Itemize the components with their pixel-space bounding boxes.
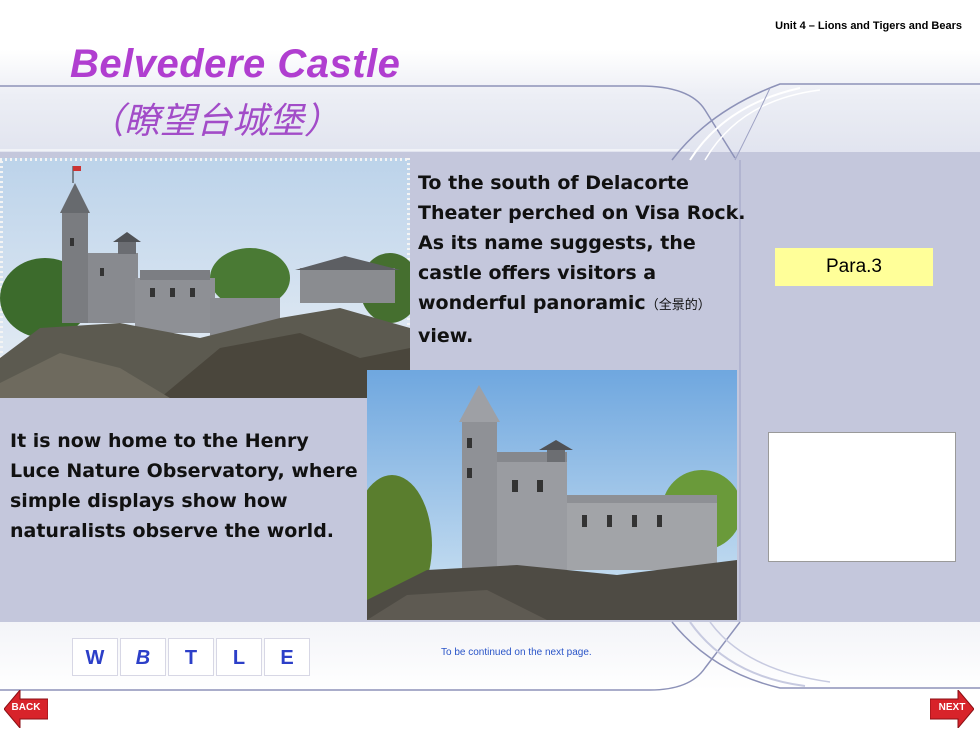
nav-button-b[interactable]: B: [120, 638, 166, 676]
unit-header: Unit 4 – Lions and Tigers and Bears: [775, 20, 962, 32]
castle-photo-2: [367, 370, 737, 620]
nav-button-t[interactable]: T: [168, 638, 214, 676]
nav-button-l[interactable]: L: [216, 638, 262, 676]
page-subtitle-chinese: （瞭望台城堡）: [88, 101, 341, 142]
back-label: BACK: [11, 702, 41, 713]
nav-button-e[interactable]: E: [264, 638, 310, 676]
nav-button-w[interactable]: W: [72, 638, 118, 676]
page-title: Belvedere Castle: [70, 42, 401, 86]
paragraph-2: It is now home to the Henry Luce Nature …: [10, 430, 358, 542]
para-tag: Para.3: [775, 248, 933, 286]
paragraph-1-tail: view.: [418, 325, 474, 347]
paragraph-1-gloss: （全景的）: [645, 298, 711, 313]
nav-buttons: W B T L E: [72, 638, 310, 676]
paragraph-1-text: To the south of Delacorte Theater perche…: [418, 172, 746, 314]
paragraph-1: To the south of Delacorte Theater perche…: [418, 168, 758, 351]
continued-note: To be continued on the next page.: [441, 647, 592, 658]
castle-photo-1: [0, 158, 410, 398]
next-label: NEXT: [938, 702, 966, 713]
answer-box[interactable]: [768, 432, 956, 562]
back-button[interactable]: BACK: [3, 688, 49, 730]
next-button[interactable]: NEXT: [929, 688, 975, 730]
